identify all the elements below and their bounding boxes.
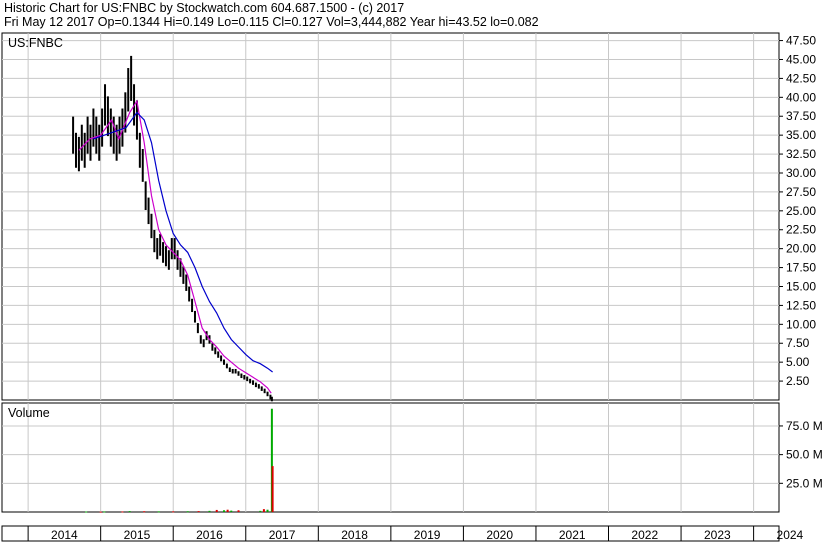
price-y-tick-label: 35.00 — [786, 128, 816, 142]
volume-bar-down — [197, 511, 200, 513]
volume-bar-up — [128, 511, 131, 513]
price-y-tick-label: 42.50 — [786, 71, 816, 85]
price-y-tick-label: 45.00 — [786, 52, 816, 66]
volume-bar-down — [121, 511, 124, 513]
price-y-tick-label: 47.50 — [786, 34, 816, 48]
volume-bar-up — [266, 509, 269, 512]
volume-y-tick-label: 75.0 M — [786, 419, 823, 433]
price-y-tick-label: 2.50 — [786, 374, 810, 388]
volume-bar-down — [237, 510, 240, 512]
x-axis-year-label: 2022 — [631, 528, 658, 542]
x-axis-year-label: 2016 — [196, 528, 223, 542]
x-axis-year-label: 2021 — [559, 528, 586, 542]
x-axis-year-label: 2023 — [704, 528, 731, 542]
chart-window: Historic Chart for US:FNBC by Stockwatch… — [0, 0, 830, 543]
volume-bar-down — [143, 511, 146, 513]
x-axis-year-label: 2019 — [414, 528, 441, 542]
price-y-tick-label: 37.50 — [786, 109, 816, 123]
volume-bar-down — [226, 509, 229, 512]
volume-bar-up — [223, 510, 225, 512]
price-y-tick-label: 20.00 — [786, 242, 816, 256]
volume-bar-up — [208, 510, 211, 512]
volume-y-tick-label: 25.0 M — [786, 476, 823, 490]
x-axis-year-label: 2020 — [486, 528, 513, 542]
volume-bar-down — [262, 509, 265, 512]
volume-bar-up — [186, 511, 189, 513]
volume-bar-down — [172, 511, 175, 513]
price-y-tick-label: 17.50 — [786, 261, 816, 275]
volume-bar-up — [230, 510, 233, 512]
volume-bar-down — [215, 509, 218, 512]
x-axis-year-label: 2017 — [269, 528, 296, 542]
price-y-tick-label: 32.50 — [786, 147, 816, 161]
x-axis-year-label: 2015 — [124, 528, 151, 542]
volume-bar-up — [85, 511, 88, 513]
x-axis-year-label: 2024 — [777, 528, 804, 542]
historic-chart: 2014 2015 2016 2017 2018 2019 2020 2021 2022 2023… — [1, 32, 823, 542]
volume-bar-down — [99, 511, 102, 513]
x-axis-year-label: 2018 — [341, 528, 368, 542]
price-y-tick-label: 10.00 — [786, 317, 816, 331]
price-panel-title: US:FNBC — [8, 36, 63, 50]
volume-panel-title: Volume — [8, 406, 50, 420]
price-y-tick-label: 5.00 — [786, 355, 810, 369]
price-y-tick-label: 30.00 — [786, 166, 816, 180]
price-y-tick-label: 7.50 — [786, 336, 810, 350]
price-y-tick-label: 22.50 — [786, 223, 816, 237]
volume-bar-up — [103, 511, 106, 513]
price-y-tick-label: 40.00 — [786, 90, 816, 104]
volume-bar-up — [259, 510, 262, 512]
price-y-tick-label: 25.00 — [786, 204, 816, 218]
x-axis-year-label: 2014 — [51, 528, 78, 542]
price-y-tick-label: 12.50 — [786, 298, 816, 312]
volume-y-tick-label: 50.0 M — [786, 448, 823, 462]
price-y-tick-label: 15.00 — [786, 279, 816, 293]
volume-bar-up — [157, 511, 160, 513]
price-y-tick-label: 27.50 — [786, 185, 816, 199]
volume-bar-down — [271, 466, 274, 512]
